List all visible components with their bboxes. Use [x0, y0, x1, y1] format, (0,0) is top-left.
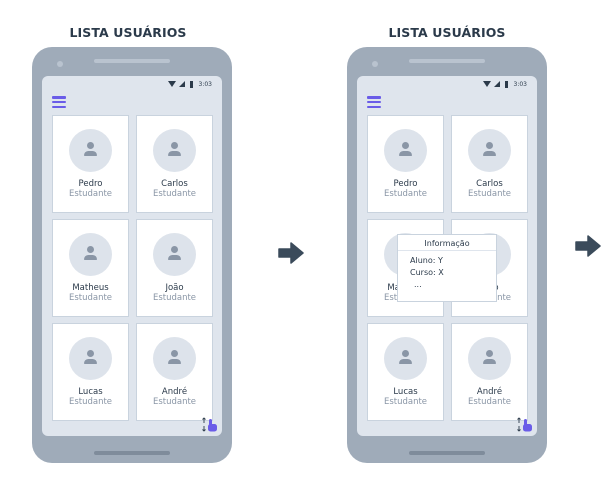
home-bar — [94, 451, 170, 455]
user-name: Carlos — [476, 179, 503, 189]
signal-icon — [178, 81, 185, 87]
home-bar — [409, 451, 485, 455]
user-name: Lucas — [393, 387, 418, 397]
user-avatar-icon — [153, 233, 196, 276]
user-role: Estudante — [383, 189, 428, 199]
user-role: Estudante — [68, 189, 113, 199]
user-card[interactable]: André Estudante — [451, 323, 528, 421]
status-time: 3:03 — [513, 80, 527, 88]
user-name: Carlos — [161, 179, 188, 189]
phone-display: 3:03 Pedro Estudante Carlos Estudante Ma… — [357, 76, 537, 436]
user-card[interactable]: João Estudante — [136, 219, 213, 317]
user-role: Estudante — [467, 397, 512, 407]
battery-icon — [504, 80, 508, 88]
hamburger-menu-icon[interactable] — [367, 96, 381, 108]
user-card[interactable]: Pedro Estudante — [367, 115, 444, 213]
user-card[interactable]: Matheus Estudante — [52, 219, 129, 317]
user-role: Estudante — [152, 293, 197, 303]
user-avatar-icon — [69, 129, 112, 172]
right-arrow-icon — [575, 235, 601, 257]
user-role: Estudante — [152, 397, 197, 407]
speaker — [94, 59, 170, 63]
user-role: Estudante — [383, 397, 428, 407]
popup-line: Curso: X — [410, 268, 444, 277]
user-card[interactable]: Carlos Estudante — [136, 115, 213, 213]
wifi-icon — [167, 81, 176, 87]
status-bar: 3:03 — [482, 78, 527, 90]
user-card[interactable]: Lucas Estudante — [52, 323, 129, 421]
user-role: Estudante — [152, 189, 197, 199]
user-name: Matheus — [72, 283, 109, 293]
user-avatar-icon — [384, 337, 427, 380]
phone-mockup-2: 3:03 Pedro Estudante Carlos Estudante Ma… — [347, 47, 547, 463]
right-arrow-icon — [278, 242, 304, 264]
user-card[interactable]: Lucas Estudante — [367, 323, 444, 421]
user-avatar-icon — [384, 129, 427, 172]
camera — [372, 61, 378, 67]
battery-icon — [189, 80, 193, 88]
info-popup[interactable]: Informação Aluno: Y Curso: X ... — [397, 234, 497, 302]
user-avatar-icon — [468, 337, 511, 380]
user-avatar-icon — [153, 129, 196, 172]
user-avatar-icon — [69, 233, 112, 276]
tap-gesture-icon — [517, 417, 532, 432]
signal-icon — [493, 81, 500, 87]
user-name: Lucas — [78, 387, 103, 397]
hamburger-menu-icon[interactable] — [52, 96, 66, 108]
popup-divider — [398, 250, 496, 251]
user-avatar-icon — [153, 337, 196, 380]
user-role: Estudante — [467, 189, 512, 199]
user-role: Estudante — [68, 293, 113, 303]
user-avatar-icon — [69, 337, 112, 380]
popup-title: Informação — [424, 239, 470, 248]
screen-title-2: LISTA USUÁRIOS — [388, 25, 506, 40]
user-card[interactable]: André Estudante — [136, 323, 213, 421]
user-card[interactable]: Carlos Estudante — [451, 115, 528, 213]
camera — [57, 61, 63, 67]
wifi-icon — [482, 81, 491, 87]
user-name: André — [161, 387, 188, 397]
speaker — [409, 59, 485, 63]
tap-gesture-icon — [202, 417, 217, 432]
popup-line: ... — [414, 280, 422, 289]
user-avatar-icon — [468, 129, 511, 172]
user-role: Estudante — [68, 397, 113, 407]
popup-line: Aluno: Y — [410, 256, 443, 265]
status-time: 3:03 — [198, 80, 212, 88]
user-name: André — [476, 387, 503, 397]
user-name: Pedro — [78, 179, 103, 189]
phone-display: 3:03 Pedro Estudante Carlos Estudante Ma… — [42, 76, 222, 436]
user-name: João — [165, 283, 184, 293]
user-card[interactable]: Pedro Estudante — [52, 115, 129, 213]
user-name: Pedro — [393, 179, 418, 189]
phone-mockup-1: 3:03 Pedro Estudante Carlos Estudante Ma… — [32, 47, 232, 463]
status-bar: 3:03 — [167, 78, 212, 90]
screen-title-1: LISTA USUÁRIOS — [69, 25, 187, 40]
